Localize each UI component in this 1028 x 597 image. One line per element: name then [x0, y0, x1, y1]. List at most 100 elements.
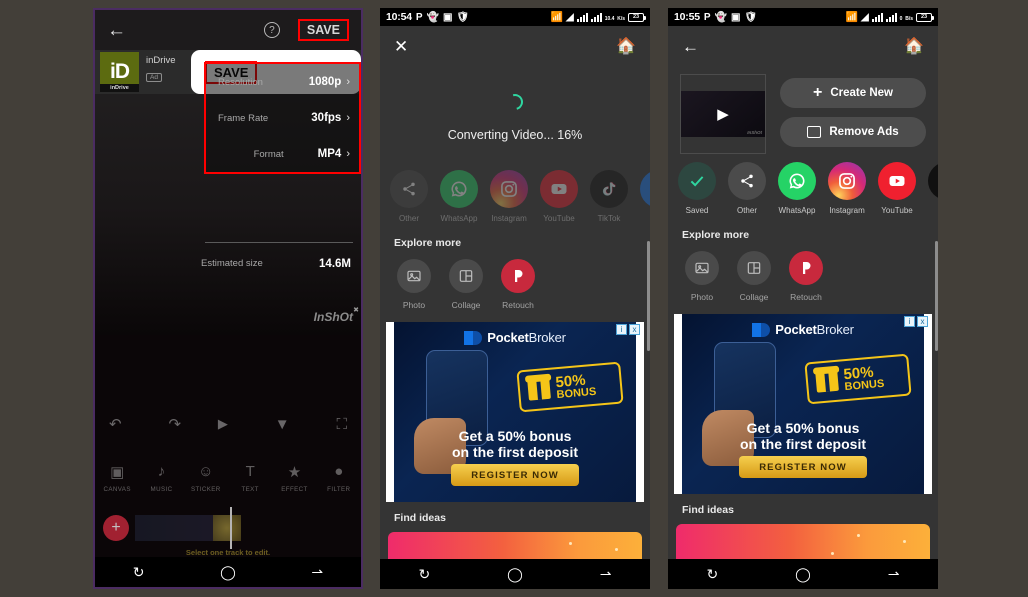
dot	[615, 548, 618, 551]
menu-label: TEXT	[241, 486, 259, 493]
remove-ads-label: Remove Ads	[829, 126, 899, 138]
status-right: 📶 ◢ 0 B/s 23	[846, 12, 934, 23]
gift-icon	[527, 378, 551, 401]
share-label: WhatsApp	[778, 206, 816, 215]
help-icon[interactable]: ?	[263, 22, 280, 38]
home-circle-icon[interactable]: ◯	[795, 566, 811, 583]
close-x-icon[interactable]: ✕	[394, 38, 408, 55]
share-item-other[interactable]: Other	[384, 170, 434, 223]
phone-panel-converting: 10:54 P 👻 ▣ 🛡 📶 ◢ 10.4 K/s 23 ✕ 🏠 Conver…	[380, 8, 650, 589]
pocket-broker-ad[interactable]: i x PocketBroker 50% BONUS Get a 50% bon…	[386, 322, 644, 502]
add-clip-button[interactable]: +	[103, 515, 129, 541]
option-label: Frame Rate	[218, 112, 269, 124]
signal-1-icon	[871, 12, 883, 22]
vertical-scrollbar[interactable]	[647, 241, 650, 351]
play-icon[interactable]: ▶	[218, 416, 228, 432]
share-item-instagram[interactable]: Instagram	[484, 170, 534, 223]
net-rate: 10.4 K/s	[604, 15, 625, 22]
explore-item-retouch[interactable]: Retouch	[492, 259, 544, 310]
option-frame-rate[interactable]: Frame Rate 30fps ›	[206, 100, 359, 136]
tiktok-icon	[590, 170, 628, 208]
share-item-saved[interactable]: Saved	[672, 162, 722, 215]
music-note-icon: ♪	[157, 463, 166, 480]
explore-item-photo[interactable]: Photo	[676, 251, 728, 302]
share-item-instagram[interactable]: Instagram	[822, 162, 872, 215]
explore-more-title: Explore more	[394, 237, 462, 249]
menu-item-filter[interactable]: ● FILTER	[317, 463, 361, 493]
option-format[interactable]: Format MP4 ›	[206, 136, 359, 172]
explore-item-collage[interactable]: Collage	[728, 251, 780, 302]
menu-item-effect[interactable]: ★ EFFECT	[272, 463, 316, 493]
timeline-clip-secondary[interactable]	[213, 515, 241, 541]
back-icon[interactable]: ⇀	[311, 564, 323, 581]
volume-icon[interactable]: ▼	[275, 416, 290, 433]
home-circle-icon[interactable]: ◯	[220, 564, 236, 581]
explore-item-retouch[interactable]: Retouch	[780, 251, 832, 302]
menu-label: FILTER	[327, 486, 351, 493]
dot	[831, 552, 834, 555]
shield-icon: 🛡	[744, 11, 758, 23]
share-item-tiktok[interactable]: T	[922, 162, 938, 215]
brand-light: Broker	[816, 322, 854, 337]
redo-icon[interactable]: ↷	[168, 415, 181, 433]
recent-apps-icon[interactable]: ↻	[706, 566, 718, 583]
menu-item-sticker[interactable]: ☺ STICKER	[184, 463, 228, 493]
remove-ads-button[interactable]: Remove Ads	[780, 117, 926, 147]
share-item-youtube[interactable]: YouTube	[534, 170, 584, 223]
explore-item-photo[interactable]: Photo	[388, 259, 440, 310]
ad-info-icon[interactable]: i	[904, 316, 915, 327]
play-icon[interactable]: ▶	[717, 105, 729, 123]
vertical-scrollbar[interactable]	[935, 241, 938, 351]
share-label: YouTube	[881, 206, 913, 215]
option-resolution[interactable]: Resolution 1080p ›	[206, 64, 359, 100]
register-now-button[interactable]: REGISTER NOW	[451, 464, 579, 486]
ad-close-icon[interactable]: x	[629, 324, 640, 335]
playhead[interactable]	[230, 507, 232, 549]
back-arrow-icon[interactable]: ←	[682, 38, 699, 55]
back-arrow-icon[interactable]: ←	[107, 21, 126, 40]
status-right: 📶 ◢ 10.4 K/s 23	[550, 11, 646, 23]
back-icon[interactable]: ⇀	[600, 566, 612, 583]
recent-apps-icon[interactable]: ↻	[418, 566, 430, 583]
menu-item-text[interactable]: T TEXT	[228, 463, 272, 493]
explore-item-collage[interactable]: Collage	[440, 259, 492, 310]
pocket-broker-ad[interactable]: i x PocketBroker 50% BONUS Get a 50% bon…	[674, 314, 932, 494]
home-icon[interactable]: 🏠	[616, 36, 636, 56]
home-icon[interactable]: 🏠	[904, 36, 924, 56]
ad-controls: i x	[904, 316, 928, 327]
share-item-whatsapp[interactable]: WhatsApp	[434, 170, 484, 223]
ad-close-icon[interactable]: x	[917, 316, 928, 327]
register-now-button[interactable]: REGISTER NOW	[739, 456, 867, 478]
timeline-track[interactable]: + Select one track to edit.	[95, 507, 361, 557]
menu-item-music[interactable]: ♪ MUSIC	[139, 463, 183, 493]
share-item-youtube[interactable]: YouTube	[872, 162, 922, 215]
vibrate-icon: 📶	[550, 11, 563, 23]
share-item-facebook[interactable]: f Fac	[634, 170, 650, 223]
watermark-close-icon[interactable]: ✖	[353, 306, 359, 314]
recent-apps-icon[interactable]: ↻	[133, 564, 145, 581]
instagram-icon	[828, 162, 866, 200]
home-circle-icon[interactable]: ◯	[507, 566, 523, 583]
undo-icon[interactable]: ↶	[109, 415, 122, 433]
converting-area: Converting Video... 16%	[380, 66, 650, 170]
photo-icon	[397, 259, 431, 293]
create-new-button[interactable]: + Create New	[780, 78, 926, 108]
share-node-icon	[390, 170, 428, 208]
instagram-icon	[490, 170, 528, 208]
back-icon[interactable]: ⇀	[888, 566, 900, 583]
status-bar: 10:55 P 👻 ▣ 🛡 📶 ◢ 0 B/s 23	[668, 8, 938, 26]
video-thumbnail[interactable]: ▶ InShOt	[680, 74, 766, 154]
brand-mark-icon	[464, 330, 483, 345]
share-item-tiktok[interactable]: TikTok	[584, 170, 634, 223]
fullscreen-icon[interactable]: ⛶	[336, 416, 347, 433]
save-button-topbar[interactable]: SAVE	[297, 19, 349, 41]
share-item-whatsapp[interactable]: WhatsApp	[772, 162, 822, 215]
explore-label: Photo	[402, 300, 426, 310]
share-item-other[interactable]: Other	[722, 162, 772, 215]
share-label: T	[922, 206, 938, 215]
indrive-logo-icon: iD inDrive	[100, 52, 139, 92]
ad-info-icon[interactable]: i	[616, 324, 627, 335]
menu-item-canvas[interactable]: ▣ CANVAS	[95, 463, 139, 493]
status-bar: 10:54 P 👻 ▣ 🛡 📶 ◢ 10.4 K/s 23	[380, 8, 650, 26]
check-icon	[678, 162, 716, 200]
